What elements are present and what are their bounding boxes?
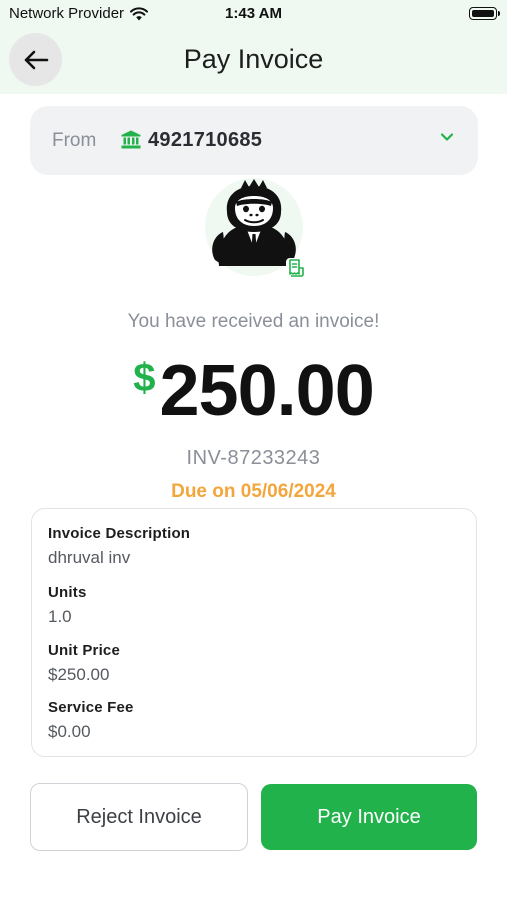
- invoice-id: INV-87233243: [186, 447, 321, 469]
- detail-value: 1.0: [48, 607, 72, 626]
- invoice-message: You have received an invoice!: [127, 311, 380, 332]
- due-date: Due on 05/06/2024: [171, 481, 336, 502]
- detail-item-description: Invoice Description dhruval inv: [48, 525, 190, 568]
- detail-label: Service Fee: [48, 699, 134, 716]
- status-bar: Network Provider 1:43 AM: [0, 0, 507, 28]
- reject-invoice-button[interactable]: Reject Invoice: [30, 783, 248, 851]
- detail-value: dhruval inv: [48, 548, 131, 567]
- detail-item-units: Units 1.0: [48, 584, 87, 627]
- detail-label: Invoice Description: [48, 525, 191, 542]
- invoice-amount: 250.00: [159, 351, 375, 431]
- detail-value: $0.00: [48, 722, 91, 741]
- detail-item-unit-price: Unit Price $250.00: [48, 642, 120, 685]
- detail-value: $250.00: [48, 665, 110, 684]
- from-label: From: [52, 130, 97, 151]
- detail-label: Unit Price: [48, 642, 121, 659]
- header: Pay Invoice: [0, 28, 507, 94]
- status-time: 1:43 AM: [225, 5, 282, 22]
- invoice-receipt-icon: [286, 258, 306, 278]
- chevron-down-icon: [440, 133, 454, 141]
- page-title: Pay Invoice: [183, 44, 324, 74]
- currency-symbol: $: [133, 356, 156, 400]
- bank-icon: [121, 130, 141, 149]
- invoice-amount-row: $250.00: [0, 350, 507, 432]
- from-account-selector[interactable]: From 4921710685: [30, 106, 478, 175]
- detail-item-service-fee: Service Fee $0.00: [48, 699, 134, 742]
- pay-invoice-button[interactable]: Pay Invoice: [261, 784, 477, 850]
- account-number: 4921710685: [148, 129, 263, 151]
- invoice-details-card: Invoice Description dhruval inv Units 1.…: [31, 508, 477, 757]
- battery-icon: [469, 7, 500, 20]
- detail-label: Units: [48, 584, 87, 601]
